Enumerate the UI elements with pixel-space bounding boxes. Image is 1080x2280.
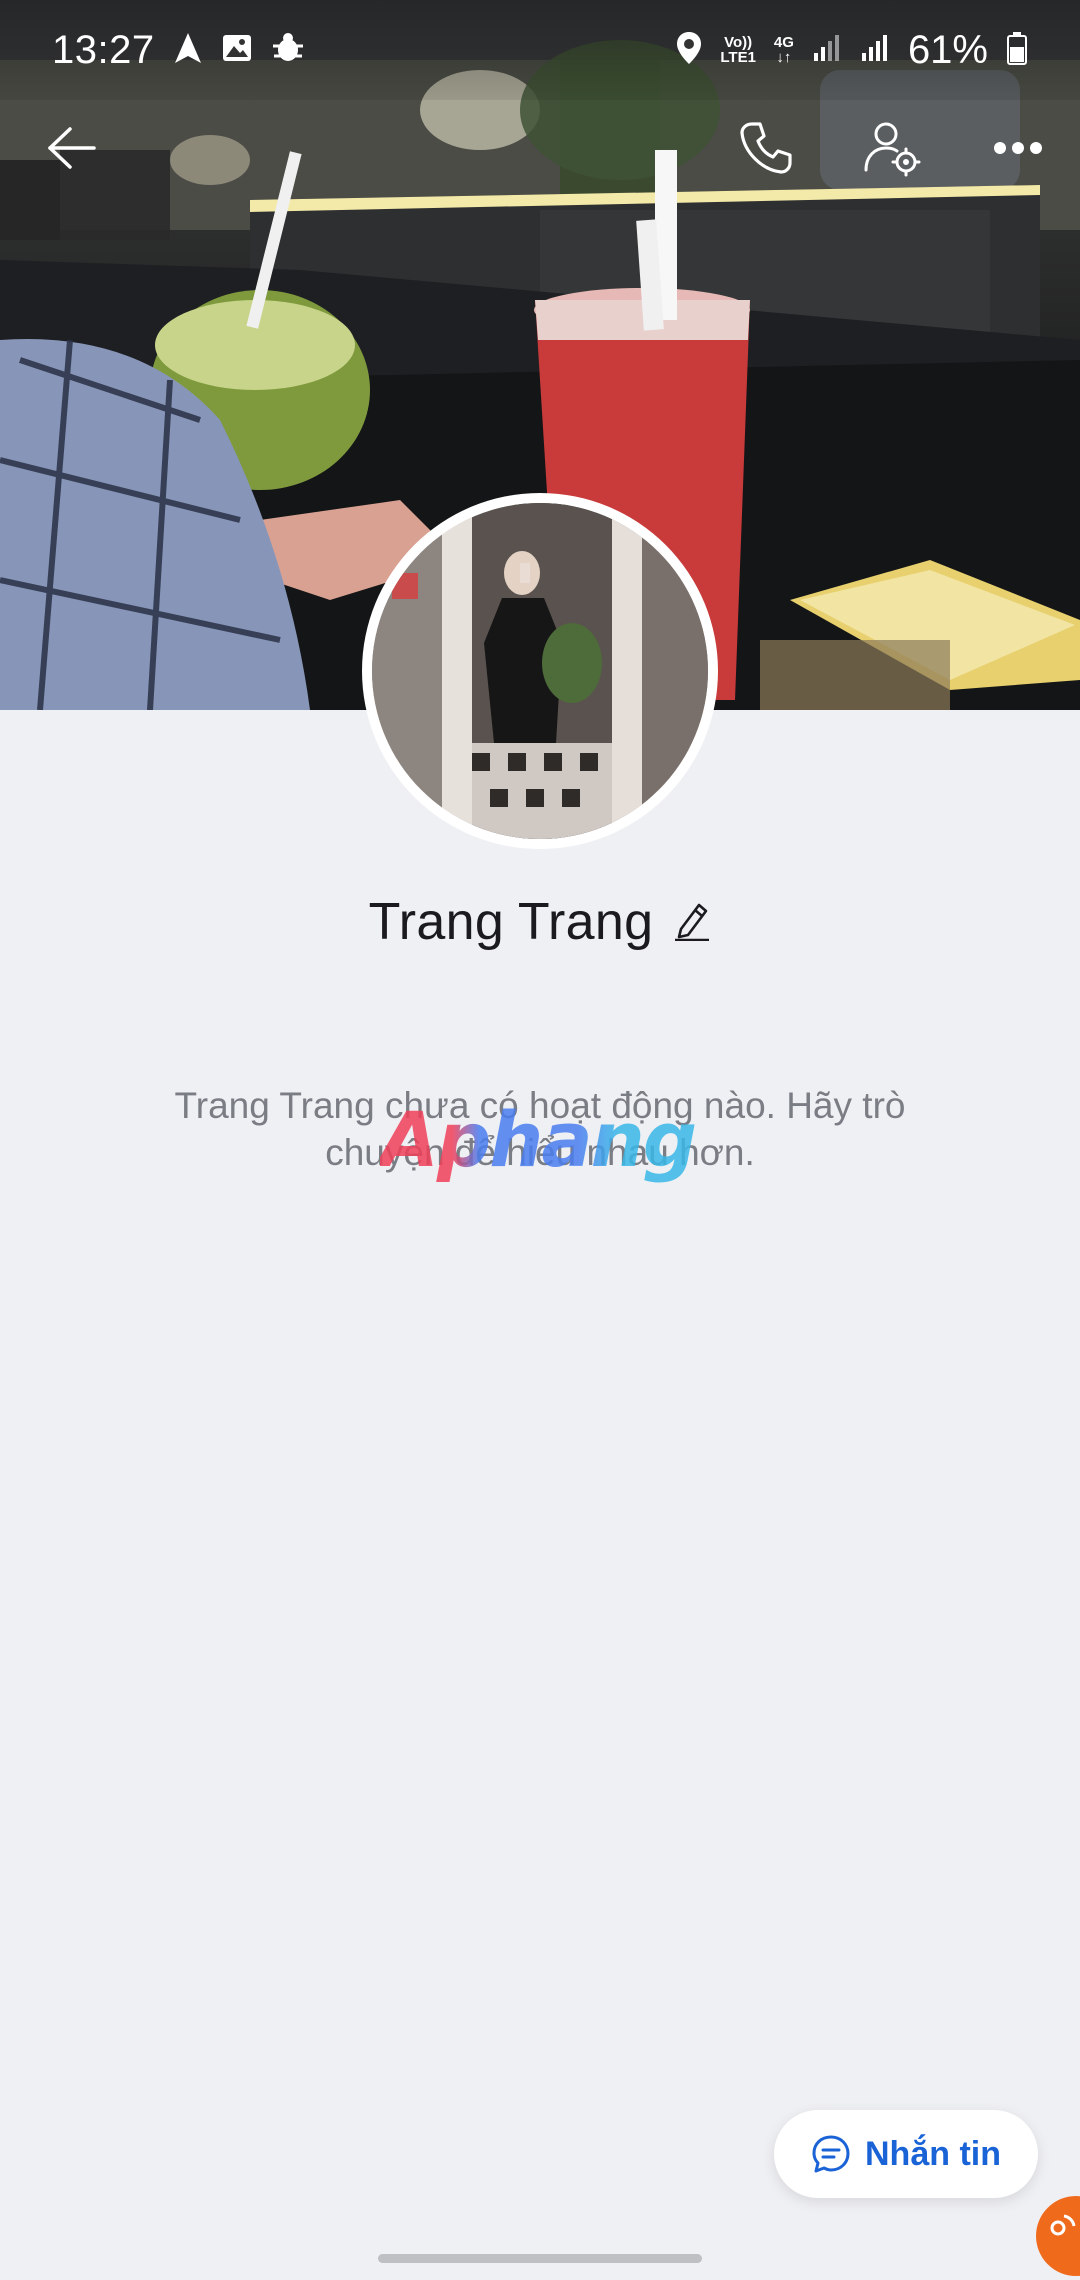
profile-name-row: Trang Trang [0, 882, 1080, 962]
signal-icon [812, 33, 842, 68]
avatar-photo [372, 503, 708, 839]
avatar[interactable] [372, 503, 708, 839]
status-time: 13:27 [52, 27, 155, 72]
home-indicator[interactable] [378, 2254, 702, 2263]
navigation-arrow-icon [173, 31, 203, 70]
arrow-left-icon [48, 127, 96, 169]
status-bar-right: Vo)) LTE1 4G ↓↑ 61% [676, 28, 1028, 73]
bug-icon [271, 32, 305, 69]
edit-name-button[interactable] [673, 899, 711, 946]
avatar-frame [362, 493, 718, 849]
status-bar-left: 13:27 [52, 28, 305, 73]
watermark-logo: Aphang [380, 1095, 710, 1185]
send-message-button[interactable]: Nhắn tin [774, 2110, 1038, 2198]
call-button[interactable] [726, 108, 806, 188]
signal-icon [860, 33, 890, 68]
battery-percent: 61% [907, 27, 988, 72]
location-pin-icon [676, 31, 702, 70]
profile-name: Trang Trang [368, 893, 654, 951]
back-button[interactable] [32, 108, 112, 188]
floating-shortcut-badge[interactable] [1036, 2196, 1080, 2276]
chat-bubble-icon [812, 2135, 850, 2173]
pencil-icon [675, 903, 710, 941]
user-settings-icon [864, 122, 921, 177]
profile-settings-button[interactable] [852, 108, 932, 188]
more-horizontal-icon [994, 142, 1042, 154]
more-options-button[interactable] [978, 108, 1058, 188]
volte-icon: Vo)) LTE1 [720, 34, 756, 66]
status-bar: 13:27 Vo)) LTE1 4G ↓↑ 61% [0, 0, 1080, 100]
send-message-label: Nhắn tin [865, 2134, 1001, 2173]
gallery-icon [221, 32, 253, 69]
4g-data-icon: 4G ↓↑ [773, 34, 794, 66]
battery-icon [1006, 31, 1028, 70]
shortcut-icon [1050, 2214, 1076, 2236]
phone-icon [740, 122, 792, 174]
